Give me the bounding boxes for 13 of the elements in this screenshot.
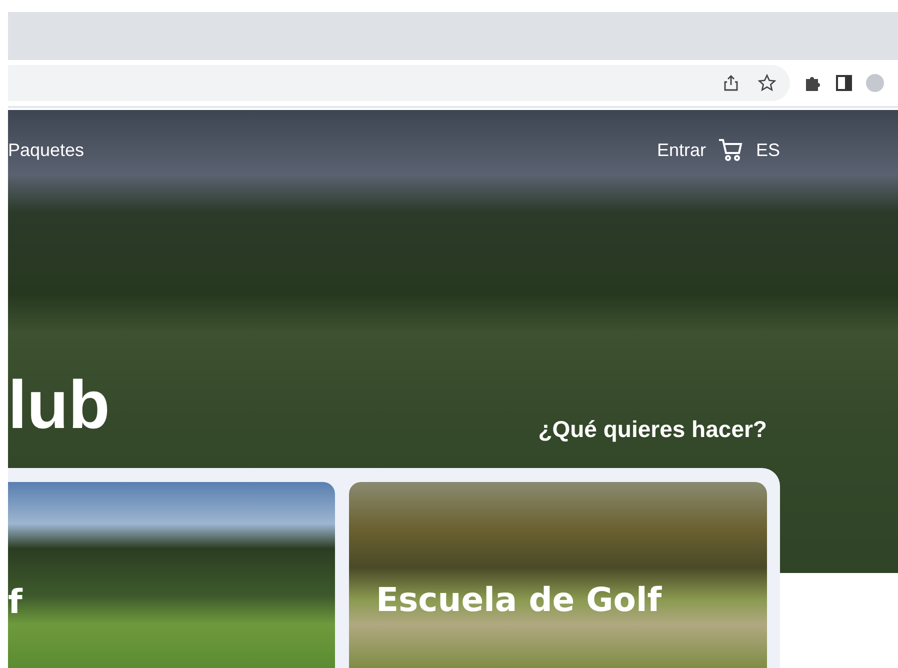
nav-link[interactable]: Paquetes xyxy=(8,140,84,160)
hero-title: lub xyxy=(8,371,110,439)
side-panel-icon[interactable] xyxy=(836,75,852,91)
section-heading: ¿Qué quieres hacer? xyxy=(538,416,767,443)
language-selector[interactable]: ES xyxy=(756,140,780,160)
activity-card[interactable]: f xyxy=(8,482,335,668)
card-title: Escuela de Golf xyxy=(376,580,662,619)
star-icon[interactable] xyxy=(758,74,776,92)
share-icon[interactable] xyxy=(724,75,738,91)
puzzle-icon[interactable] xyxy=(804,74,822,92)
cart-icon[interactable] xyxy=(718,138,744,162)
card-title: f xyxy=(8,582,22,621)
login-link[interactable]: Entrar xyxy=(656,140,706,160)
